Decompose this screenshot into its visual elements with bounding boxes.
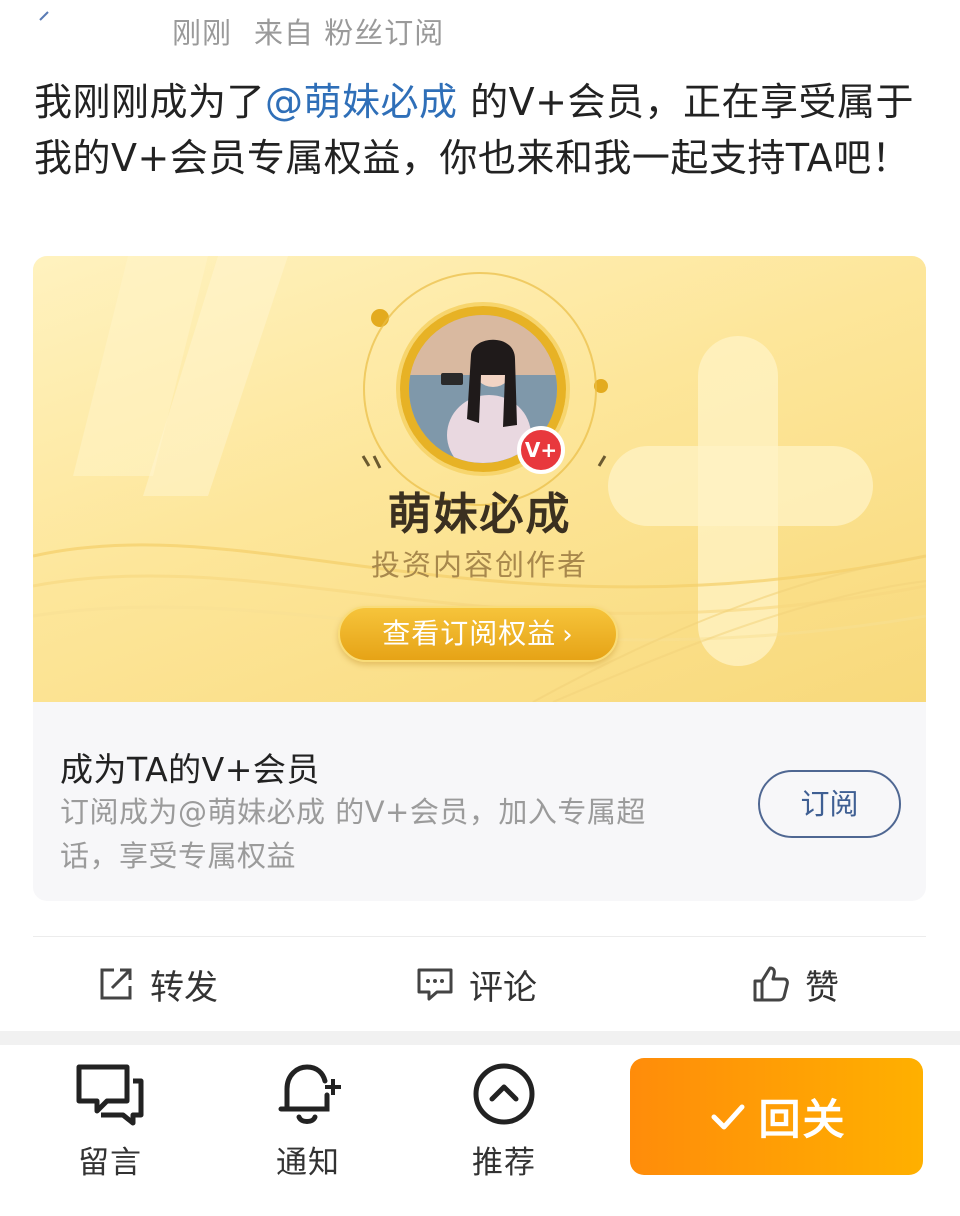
- message-button[interactable]: 留言: [50, 1061, 170, 1182]
- bottom-bar: 留言 通知 推荐 回关: [0, 1045, 960, 1216]
- membership-description: 订阅成为@萌妹必成 的V+会员，加入专属超话，享受专属权益: [60, 795, 646, 873]
- chevron-right-icon: ›: [562, 620, 574, 650]
- creator-name: 萌妹必成: [387, 489, 572, 540]
- notify-label: 通知: [276, 1145, 340, 1181]
- post-time: 刚刚: [172, 16, 233, 50]
- mention-link[interactable]: @萌妹必成: [265, 80, 458, 124]
- check-icon: [711, 1104, 745, 1129]
- comment-button[interactable]: 评论: [415, 937, 537, 1031]
- message-icon: [76, 1064, 144, 1126]
- repost-icon: [100, 968, 132, 1000]
- repost-label: 转发: [150, 967, 218, 1008]
- creator-role: 投资内容创作者: [370, 548, 588, 582]
- notify-button[interactable]: 通知: [248, 1061, 368, 1182]
- post-text-prefix: 我刚刚成为了: [34, 80, 266, 124]
- thumbs-up-icon: [753, 966, 789, 1002]
- post-actions: 转发 评论 赞: [0, 937, 960, 1031]
- post-meta-row: 刚刚 来自 粉丝订阅: [0, 0, 960, 62]
- like-label: 赞: [805, 967, 839, 1008]
- section-separator: [0, 1031, 960, 1045]
- vplus-banner[interactable]: V+ 萌妹必成 投资内容创作者 查看订阅权益 ›: [33, 256, 926, 702]
- vplus-membership-card[interactable]: V+ 萌妹必成 投资内容创作者 查看订阅权益 › 成为TA的V+会员 订阅成为@萌…: [33, 256, 926, 901]
- recommend-button[interactable]: 推荐: [444, 1061, 564, 1182]
- membership-title: 成为TA的V+会员: [60, 750, 320, 789]
- comment-icon: [417, 968, 453, 1001]
- repost-button[interactable]: 转发: [96, 937, 218, 1031]
- post-source[interactable]: 来自 粉丝订阅: [254, 16, 444, 50]
- view-benefits-button[interactable]: 查看订阅权益 ›: [338, 606, 618, 662]
- follow-back-button[interactable]: 回关: [630, 1058, 923, 1175]
- follow-back-label: 回关: [758, 1095, 847, 1144]
- recommend-label: 推荐: [472, 1145, 536, 1181]
- comment-label: 评论: [469, 967, 537, 1008]
- bell-plus-icon: [278, 1064, 341, 1124]
- edit-mark-icon: [39, 11, 49, 21]
- chevron-up-circle-icon: [473, 1063, 535, 1125]
- subscribe-button[interactable]: 订阅: [758, 770, 901, 838]
- post-meta: 刚刚 来自 粉丝订阅: [172, 10, 466, 52]
- like-button[interactable]: 赞: [751, 937, 839, 1031]
- post-text: 我刚刚成为了@萌妹必成 的V+会员，正在享受属于我的V+会员专属权益，你也来和我…: [34, 74, 914, 186]
- view-benefits-label: 查看订阅权益: [382, 617, 557, 650]
- vplus-badge-icon: V+: [517, 426, 565, 474]
- message-label: 留言: [78, 1145, 142, 1181]
